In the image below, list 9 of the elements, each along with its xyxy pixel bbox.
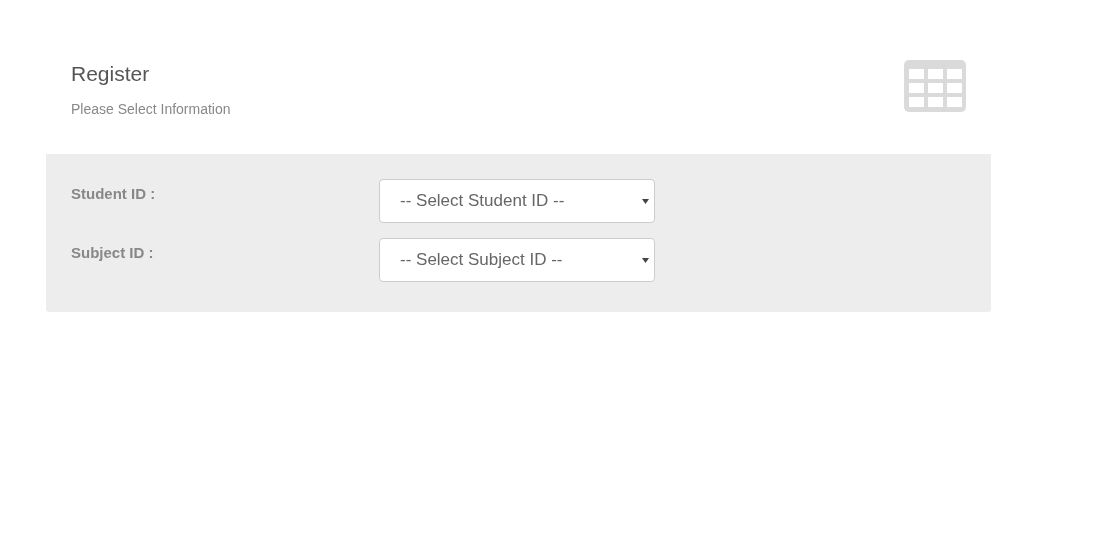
field-label: Subject ID : [71, 243, 155, 261]
caret-icon [642, 198, 649, 204]
page-title: Register [71, 61, 151, 87]
field-label: Student ID : [71, 184, 157, 202]
page-subtitle: Please Select Information [71, 100, 231, 118]
table-icon [904, 60, 966, 112]
dropdown-select[interactable]: -- Select Subject ID -- [379, 238, 655, 282]
caret-icon [642, 257, 649, 263]
dropdown-select[interactable]: -- Select Student ID -- [379, 179, 655, 223]
